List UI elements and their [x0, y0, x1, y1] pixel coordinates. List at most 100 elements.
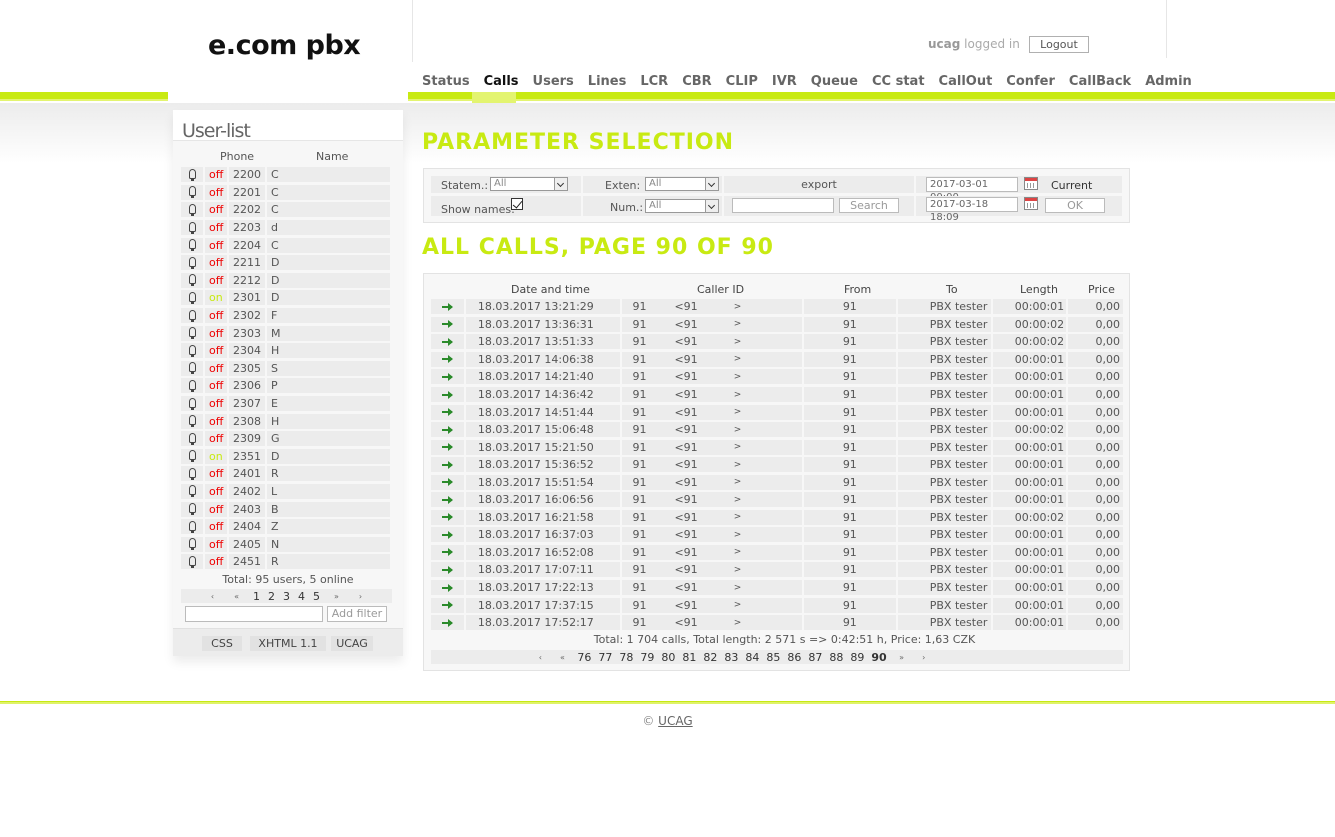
user-phone[interactable]: 2304: [229, 343, 265, 359]
nav-item-callout[interactable]: CallOut: [932, 74, 1000, 92]
pager-page[interactable]: 3: [279, 590, 294, 603]
bulb-icon[interactable]: [188, 203, 196, 216]
pager-page[interactable]: 81: [679, 651, 700, 664]
bulb-icon[interactable]: [188, 221, 196, 234]
pager-page[interactable]: 79: [637, 651, 658, 664]
pager-page[interactable]: 87: [805, 651, 826, 664]
nav-item-ivr[interactable]: IVR: [765, 74, 804, 92]
bulb-icon[interactable]: [188, 291, 196, 304]
user-row[interactable]: off 2212 D: [181, 272, 392, 290]
date-to-input[interactable]: 2017-03-18 18:09: [926, 197, 1018, 223]
calendar-icon[interactable]: [1024, 177, 1038, 190]
user-row[interactable]: off 2403 B: [181, 500, 392, 518]
nav-item-calls[interactable]: Calls: [477, 74, 526, 92]
user-row[interactable]: off 2404 Z: [181, 518, 392, 536]
user-row[interactable]: on 2301 D: [181, 289, 392, 307]
nav-item-users[interactable]: Users: [526, 74, 581, 92]
bulb-icon[interactable]: [188, 274, 196, 287]
user-phone[interactable]: 2301: [229, 290, 265, 306]
pager-page[interactable]: 84: [742, 651, 763, 664]
user-row[interactable]: off 2451 R: [181, 553, 392, 571]
user-row[interactable]: off 2302 F: [181, 307, 392, 325]
nav-item-status[interactable]: Status: [415, 74, 477, 92]
user-row[interactable]: off 2305 S: [181, 360, 392, 378]
user-phone[interactable]: 2306: [229, 378, 265, 394]
pager-next[interactable]: »: [324, 592, 349, 601]
user-phone[interactable]: 2302: [229, 308, 265, 324]
css-button[interactable]: CSS: [202, 636, 242, 651]
pager-next[interactable]: »: [890, 653, 913, 662]
pager-page[interactable]: 82: [700, 651, 721, 664]
bulb-icon[interactable]: [188, 485, 196, 498]
nav-item-queue[interactable]: Queue: [804, 74, 865, 92]
user-phone[interactable]: 2403: [229, 501, 265, 517]
bulb-icon[interactable]: [188, 362, 196, 375]
pager-page[interactable]: 77: [595, 651, 616, 664]
user-phone[interactable]: 2203: [229, 220, 265, 236]
pager-page[interactable]: 88: [826, 651, 847, 664]
user-phone[interactable]: 2211: [229, 255, 265, 271]
bulb-icon[interactable]: [188, 450, 196, 463]
show-names-checkbox[interactable]: [511, 198, 523, 210]
pager-page[interactable]: 89: [847, 651, 868, 664]
nav-item-callback[interactable]: CallBack: [1062, 74, 1138, 92]
logout-button[interactable]: Logout: [1029, 36, 1089, 53]
bulb-icon[interactable]: [188, 520, 196, 533]
pager-page[interactable]: 4: [294, 590, 309, 603]
filter-input[interactable]: [185, 606, 323, 622]
bulb-icon[interactable]: [188, 344, 196, 357]
pager-page[interactable]: 78: [616, 651, 637, 664]
user-phone[interactable]: 2309: [229, 431, 265, 447]
user-phone[interactable]: 2303: [229, 325, 265, 341]
pager-page[interactable]: 5: [309, 590, 324, 603]
bulb-icon[interactable]: [188, 309, 196, 322]
date-from-input[interactable]: 2017-03-01 00:00: [926, 177, 1018, 203]
bulb-icon[interactable]: [188, 379, 196, 392]
user-row[interactable]: off 2402 L: [181, 483, 392, 501]
pager-page[interactable]: 86: [784, 651, 805, 664]
user-row[interactable]: off 2211 D: [181, 254, 392, 272]
statem-select[interactable]: All: [490, 177, 568, 191]
xhtml-button[interactable]: XHTML 1.1: [250, 636, 326, 651]
pager-page[interactable]: 83: [721, 651, 742, 664]
col-header-to[interactable]: To: [946, 283, 958, 296]
pager-page[interactable]: 85: [763, 651, 784, 664]
ucag-link[interactable]: UCAG: [658, 714, 692, 728]
user-phone[interactable]: 2308: [229, 413, 265, 429]
pager-prev[interactable]: «: [551, 653, 574, 662]
nav-item-lines[interactable]: Lines: [581, 74, 634, 92]
pager-first[interactable]: ‹: [530, 653, 551, 662]
user-phone[interactable]: 2401: [229, 466, 265, 482]
user-phone[interactable]: 2200: [229, 167, 265, 183]
pager-page[interactable]: 1: [249, 590, 264, 603]
col-header-caller-id[interactable]: Caller ID: [697, 283, 744, 296]
user-phone[interactable]: 2402: [229, 483, 265, 499]
user-row[interactable]: off 2307 E: [181, 395, 392, 413]
user-row[interactable]: off 2201 C: [181, 184, 392, 202]
exten-select[interactable]: All: [645, 177, 719, 191]
user-row[interactable]: on 2351 D: [181, 448, 392, 466]
nav-item-admin[interactable]: Admin: [1138, 74, 1199, 92]
pager-page[interactable]: 2: [264, 590, 279, 603]
user-phone[interactable]: 2351: [229, 448, 265, 464]
bulb-icon[interactable]: [188, 256, 196, 269]
bulb-icon[interactable]: [188, 432, 196, 445]
user-row[interactable]: off 2304 H: [181, 342, 392, 360]
num-select[interactable]: All: [645, 199, 719, 213]
bulb-icon[interactable]: [188, 239, 196, 252]
pager-last[interactable]: ›: [349, 592, 372, 601]
user-row[interactable]: off 2200 C: [181, 166, 392, 184]
bulb-icon[interactable]: [188, 555, 196, 568]
user-phone[interactable]: 2212: [229, 272, 265, 288]
pager-last[interactable]: ›: [913, 653, 934, 662]
user-row[interactable]: off 2308 H: [181, 412, 392, 430]
bulb-icon[interactable]: [188, 503, 196, 516]
user-phone[interactable]: 2307: [229, 396, 265, 412]
bulb-icon[interactable]: [188, 538, 196, 551]
user-row[interactable]: off 2202 C: [181, 201, 392, 219]
ok-button[interactable]: OK: [1045, 198, 1105, 213]
calendar-icon[interactable]: [1024, 197, 1038, 210]
user-phone[interactable]: 2201: [229, 184, 265, 200]
search-button[interactable]: Search: [839, 198, 899, 213]
bulb-icon[interactable]: [188, 467, 196, 480]
